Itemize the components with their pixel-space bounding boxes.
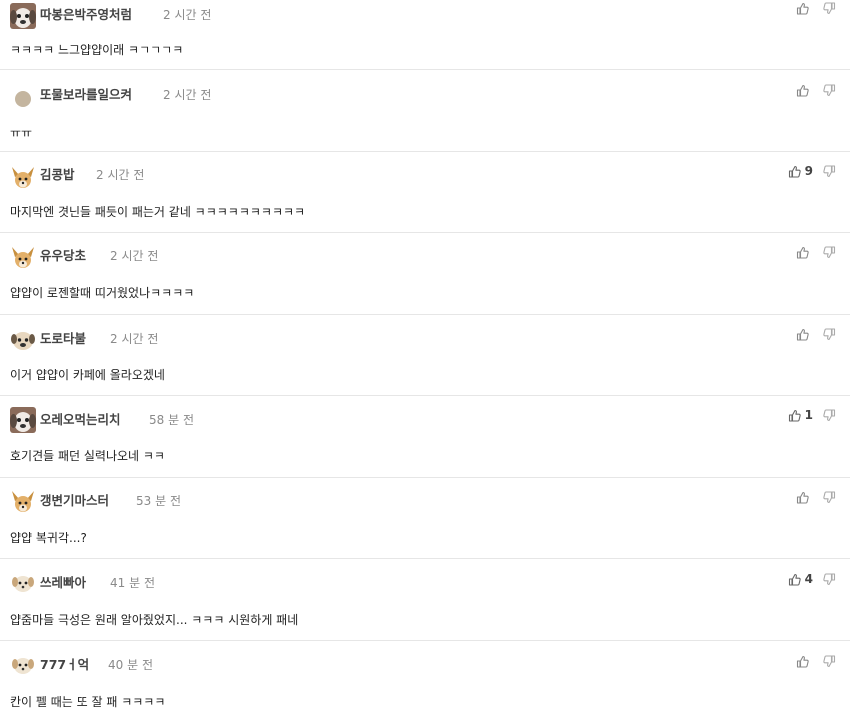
vote-controls: 1 [788, 407, 836, 423]
like-count: 4 [804, 571, 813, 586]
thumbs-up-icon[interactable] [796, 84, 809, 97]
comment-author[interactable]: 또물보라를일으켜 [40, 87, 132, 103]
comment-time: 2 시간 전 [96, 168, 145, 182]
thumbs-down-icon[interactable] [823, 245, 836, 259]
vote-controls [796, 244, 836, 260]
vote-controls [796, 0, 836, 16]
fawn-dog-avatar[interactable] [10, 165, 36, 191]
thumbs-down-icon[interactable] [823, 408, 836, 422]
comment-item: 쓰레빠아 41 분 전 얍줌마들 극성은 원래 알아줬었지... ㅋㅋㅋ 시원하… [0, 559, 850, 641]
comment-item: 유우당초 2 시간 전 얍얍이 로젠할때 띠거웠었나ㅋㅋㅋㅋ [0, 233, 850, 315]
thumbs-up-icon[interactable] [788, 409, 801, 422]
comment-text: ㅠㅠ [10, 126, 33, 140]
thumbs-down-icon[interactable] [823, 654, 836, 668]
thumbs-up-icon[interactable] [788, 573, 801, 586]
vote-controls [796, 489, 836, 505]
fawn-dog-avatar[interactable] [10, 245, 36, 271]
thumbs-up-icon[interactable] [788, 165, 801, 178]
vote-controls [796, 326, 836, 342]
vote-controls [796, 653, 836, 669]
comment-text: 얍얍이 로젠할때 띠거웠었나ㅋㅋㅋㅋ [10, 286, 195, 300]
comment-text: 이거 얍얍이 카페에 올라오겠네 [10, 368, 165, 382]
comment-item: 오레오먹는리치 58 분 전 호기견들 패던 실력나오네 ㅋㅋ 1 [0, 396, 850, 478]
comment-time: 53 분 전 [136, 494, 181, 508]
thumbs-down-icon[interactable] [823, 490, 836, 504]
comment-author[interactable]: 777ㅓ억 [40, 657, 89, 673]
comment-time: 2 시간 전 [110, 249, 159, 263]
comment-text: 얍얍 복귀각...? [10, 531, 87, 545]
comment-author[interactable]: 따봉은박주영처럼 [40, 7, 132, 23]
like-count: 1 [804, 407, 813, 422]
thumbs-down-icon[interactable] [823, 572, 836, 586]
comment-time: 2 시간 전 [110, 332, 159, 346]
comment-author[interactable]: 쓰레빠아 [40, 575, 86, 591]
thumbs-up-icon[interactable] [796, 2, 809, 15]
comment-author[interactable]: 오레오먹는리치 [40, 412, 121, 428]
comment-time: 2 시간 전 [163, 8, 212, 22]
comment-list: 따봉은박주영처럼 2 시간 전 ㅋㅋㅋㅋ 느그얍얍이래 ㅋㄱㄱㄱㅋ 또물보라를일… [0, 0, 850, 720]
comment-item: 따봉은박주영처럼 2 시간 전 ㅋㅋㅋㅋ 느그얍얍이래 ㅋㄱㄱㄱㅋ [0, 0, 850, 70]
comment-item: 도로타불 2 시간 전 이거 얍얍이 카페에 올라오겠네 [0, 315, 850, 396]
thumbs-down-icon[interactable] [823, 164, 836, 178]
thumbs-down-icon[interactable] [823, 1, 836, 15]
comment-time: 58 분 전 [149, 413, 194, 427]
comment-text: 마지막엔 겻닌들 패듯이 패는거 같네 ㅋㅋㅋㅋㅋㅋㅋㅋㅋㅋ [10, 205, 306, 219]
comment-text: ㅋㅋㅋㅋ 느그얍얍이래 ㅋㄱㄱㄱㅋ [10, 43, 184, 57]
white-dog-avatar[interactable] [10, 407, 36, 433]
comment-text: 칸이 펠 때는 또 잘 패 ㅋㅋㅋㅋ [10, 695, 166, 709]
comment-time: 2 시간 전 [163, 88, 212, 102]
thumbs-down-icon[interactable] [823, 327, 836, 341]
thumbs-down-icon[interactable] [823, 83, 836, 97]
comment-author[interactable]: 유우당초 [40, 248, 86, 264]
puppy-avatar[interactable] [10, 652, 36, 678]
pug-avatar[interactable] [10, 327, 36, 353]
thumbs-up-icon[interactable] [796, 491, 809, 504]
comment-item: 또물보라를일으켜 2 시간 전 ㅠㅠ [0, 70, 850, 152]
comment-author[interactable]: 도로타불 [40, 331, 86, 347]
vote-controls: 9 [788, 163, 836, 179]
comment-text: 얍줌마들 극성은 원래 알아줬었지... ㅋㅋㅋ 시원하게 패네 [10, 613, 299, 627]
comment-author[interactable]: 갱변기마스터 [40, 493, 109, 509]
puppy-avatar[interactable] [10, 570, 36, 596]
vote-controls: 4 [788, 571, 836, 587]
thumbs-up-icon[interactable] [796, 328, 809, 341]
fawn-dog-avatar[interactable] [10, 489, 36, 515]
comment-time: 40 분 전 [108, 658, 153, 672]
dot-avatar[interactable] [10, 86, 36, 112]
comment-author[interactable]: 김콩밥 [40, 167, 75, 183]
comment-item: 김콩밥 2 시간 전 마지막엔 겻닌들 패듯이 패는거 같네 ㅋㅋㅋㅋㅋㅋㅋㅋㅋ… [0, 152, 850, 233]
vote-controls [796, 82, 836, 98]
comment-text: 호기견들 패던 실력나오네 ㅋㅋ [10, 449, 165, 463]
thumbs-up-icon[interactable] [796, 246, 809, 259]
white-dog-avatar[interactable] [10, 3, 36, 29]
like-count: 9 [804, 163, 813, 178]
comment-item: 갱변기마스터 53 분 전 얍얍 복귀각...? [0, 478, 850, 559]
comment-time: 41 분 전 [110, 576, 155, 590]
thumbs-up-icon[interactable] [796, 655, 809, 668]
comment-item: 777ㅓ억 40 분 전 칸이 펠 때는 또 잘 패 ㅋㅋㅋㅋ [0, 641, 850, 720]
